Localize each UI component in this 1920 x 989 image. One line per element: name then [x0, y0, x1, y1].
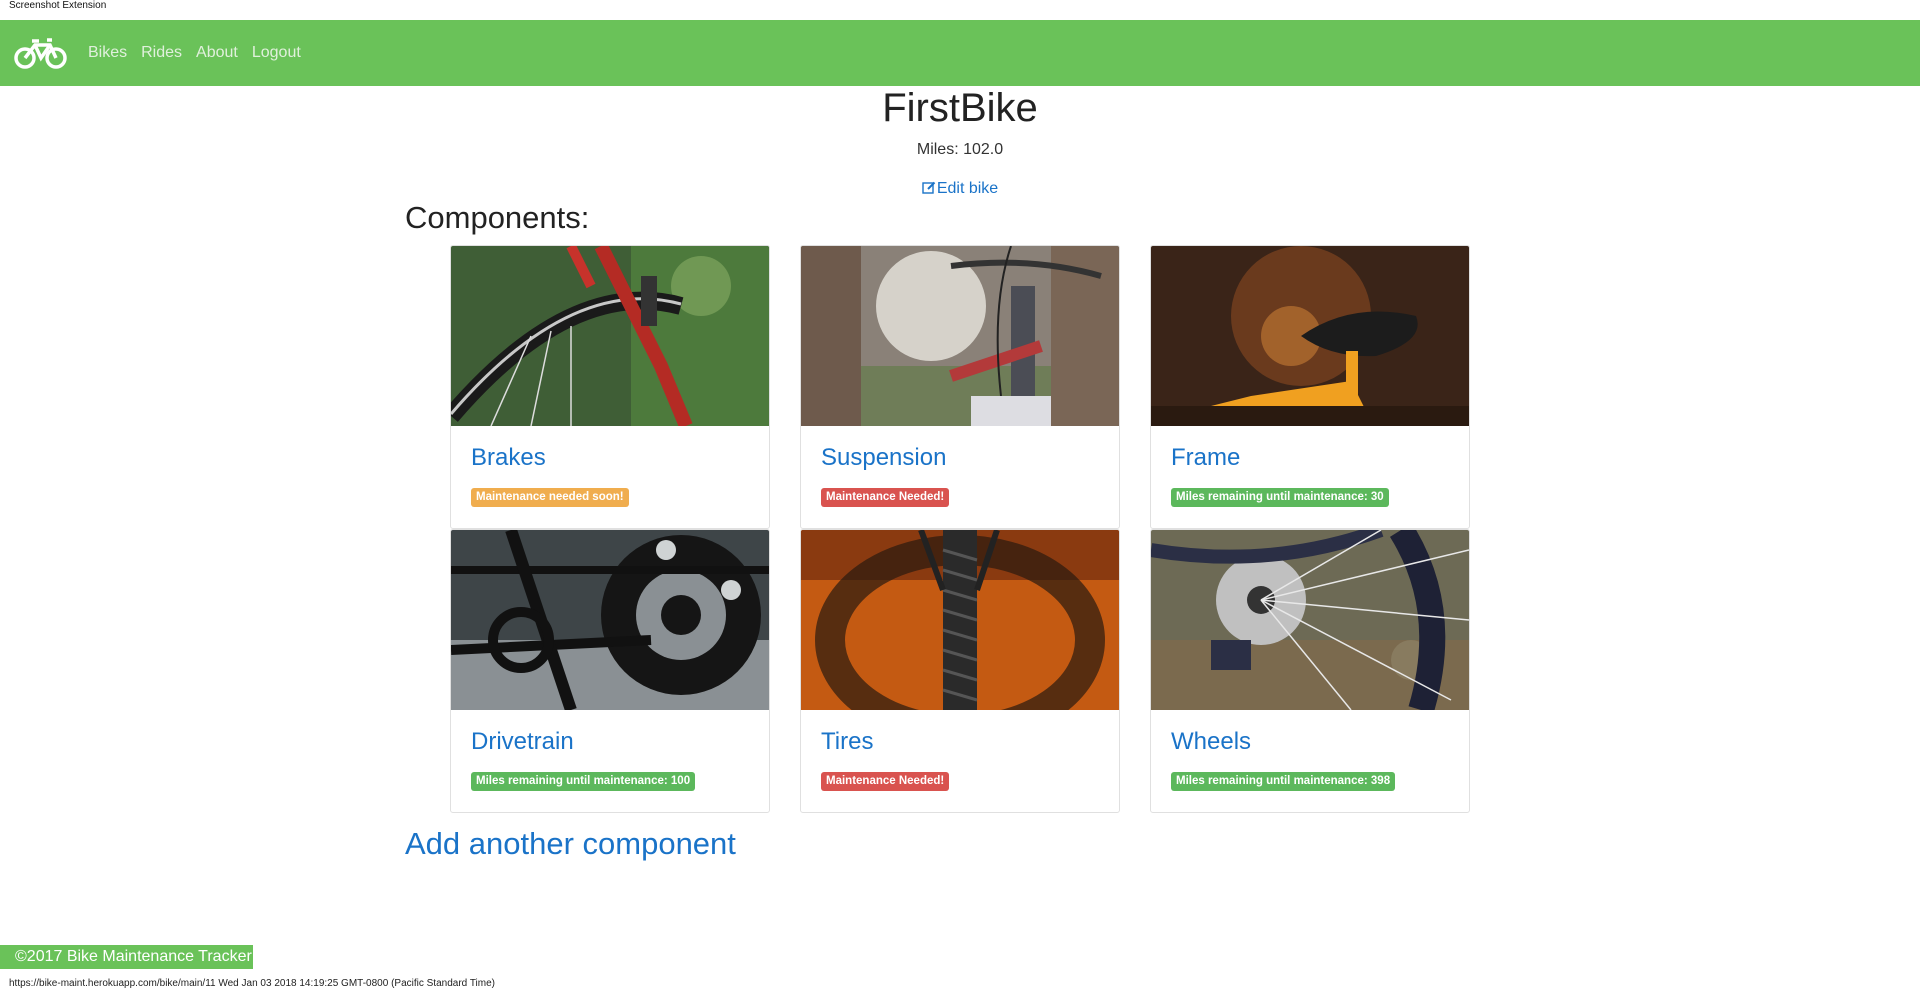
suspension-image	[801, 246, 1119, 426]
status-badge: Miles remaining until maintenance: 100	[471, 772, 696, 791]
status-badge: Miles remaining until maintenance: 30	[1171, 488, 1389, 507]
tires-image	[801, 530, 1119, 745]
add-component-link[interactable]: Add another component	[405, 826, 736, 862]
drivetrain-image	[451, 530, 769, 712]
nav-logout[interactable]: Logout	[252, 44, 301, 62]
component-card-suspension[interactable]: Suspension Maintenance Needed!	[800, 245, 1120, 529]
component-name[interactable]: Drivetrain	[471, 728, 574, 756]
brakes-image	[451, 246, 769, 429]
nav-rides[interactable]: Rides	[141, 44, 182, 62]
wheels-image	[1151, 530, 1469, 714]
nav-bikes[interactable]: Bikes	[88, 44, 127, 62]
edit-bike-link[interactable]: Edit bike	[0, 180, 1920, 198]
status-badge: Maintenance needed soon!	[471, 488, 629, 507]
nav-about[interactable]: About	[196, 44, 238, 62]
status-badge: Maintenance Needed!	[821, 772, 950, 791]
brand-logo[interactable]	[14, 31, 70, 75]
component-name[interactable]: Suspension	[821, 444, 946, 472]
status-badge: Maintenance Needed!	[821, 488, 950, 507]
component-card-frame[interactable]: Frame Miles remaining until maintenance:…	[1150, 245, 1470, 529]
status-badge: Miles remaining until maintenance: 398	[1171, 772, 1396, 791]
bicycle-icon	[14, 38, 67, 69]
extension-label: Screenshot Extension	[9, 0, 107, 11]
footer: ©2017 Bike Maintenance Tracker	[0, 945, 253, 969]
bike-miles: Miles: 102.0	[916, 141, 1004, 158]
frame-image	[1151, 246, 1469, 426]
edit-bike-label: Edit bike	[936, 180, 999, 197]
component-name[interactable]: Wheels	[1171, 728, 1251, 756]
component-name[interactable]: Frame	[1171, 444, 1240, 472]
component-card-tires[interactable]: Tires Maintenance Needed!	[800, 529, 1120, 813]
component-card-brakes[interactable]: Brakes Maintenance needed soon!	[450, 245, 770, 529]
component-card-drivetrain[interactable]: Drivetrain Miles remaining until mainten…	[450, 529, 770, 813]
edit-icon	[922, 181, 936, 194]
component-card-wheels[interactable]: Wheels Miles remaining until maintenance…	[1150, 529, 1470, 813]
component-name[interactable]: Brakes	[471, 444, 546, 472]
components-heading: Components:	[405, 200, 590, 235]
navbar: Bikes Rides About Logout	[0, 20, 1920, 86]
page-title: FirstBike	[882, 86, 1038, 130]
component-name[interactable]: Tires	[821, 728, 873, 756]
status-url: https://bike-maint.herokuapp.com/bike/ma…	[9, 978, 496, 989]
